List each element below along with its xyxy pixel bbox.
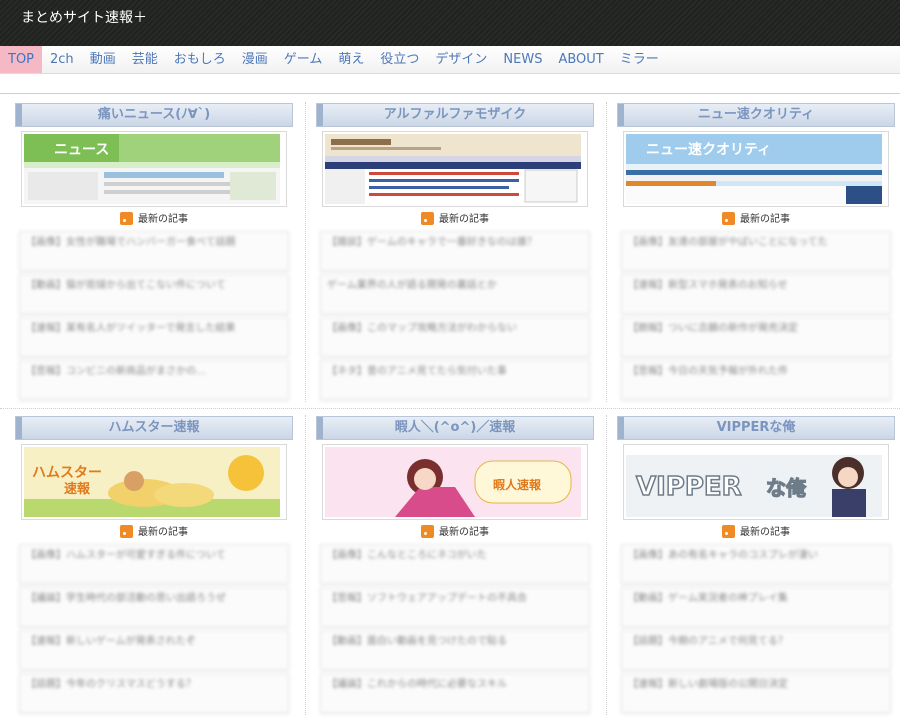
article-item[interactable]: 【ネタ】昔のアニメ見てたら気付いた事 (320, 360, 590, 400)
blog-title[interactable]: アルファルファモザイク (316, 103, 594, 127)
column-divider (305, 102, 306, 402)
article-item[interactable]: 【雑談】ゲームのキャラで一番好きなのは誰？ (320, 231, 590, 271)
article-item[interactable]: 【速報】新しい劇場版の公開日決定 (621, 673, 891, 713)
blog-card: アルファルファモザイク 最新の記事 【雑談】ゲームのキャラで一番好きなのは誰？ … (316, 96, 594, 400)
article-item[interactable]: 【動画】ゲーム実況者の神プレイ集 (621, 587, 891, 627)
blog-title[interactable]: 暇人＼(^o^)／速報 (316, 416, 594, 440)
nav-item-news[interactable]: NEWS (495, 46, 550, 73)
blog-row: ハムスター速報 ハムスター 速報 最新の記事 【画像】ハムスターが可愛すぎる件に… (0, 408, 900, 721)
rss-icon (421, 212, 434, 225)
article-item[interactable]: ゲーム業界の人が語る開発の裏話とか (320, 274, 590, 314)
blog-banner-image[interactable]: ニュー速クオリティ (623, 131, 889, 207)
blog-banner-image[interactable] (322, 131, 588, 207)
nav-item-funny[interactable]: おもしろ (166, 46, 234, 73)
column-divider (606, 102, 607, 402)
rss-icon (421, 525, 434, 538)
svg-text:暇人速報: 暇人速報 (493, 477, 542, 492)
blog-card: ニュー速クオリティ ニュー速クオリティ 最新の記事 【画像】友達の部屋がやばいこ… (617, 96, 895, 400)
blog-title[interactable]: ハムスター速報 (15, 416, 293, 440)
article-item[interactable]: 【悲報】ソフトウェアアップデートの不具合 (320, 587, 590, 627)
column-divider (305, 415, 306, 715)
article-item[interactable]: 【画像】友達の部屋がやばいことになってた (621, 231, 891, 271)
article-item[interactable]: 【悲報】今日の天気予報が外れた件 (621, 360, 891, 400)
nav-item-entertainment[interactable]: 芸能 (124, 46, 166, 73)
latest-articles-link[interactable]: 最新の記事 (15, 212, 293, 228)
article-item[interactable]: 【速報】某有名人がツイッターで発言した結果 (19, 317, 289, 357)
site-title[interactable]: まとめサイト速報＋ (21, 7, 147, 27)
blog-card: ハムスター速報 ハムスター 速報 最新の記事 【画像】ハムスターが可愛すぎる件に… (15, 409, 293, 713)
article-item[interactable]: 【朗報】ついに念願の新作が発売決定 (621, 317, 891, 357)
nav-item-about[interactable]: ABOUT (550, 46, 611, 73)
blog-card: VIPPERな俺 VIPPER な俺 最新の記事 【画像】あの有名キャラのコスプ… (617, 409, 895, 713)
blog-card: 痛いニュース(ﾉ∀`) ニュース 最新の記事 【画像】女性が職場でハンバーガー食… (15, 96, 293, 400)
svg-text:ニュー速クオリティ: ニュー速クオリティ (646, 141, 771, 158)
article-item[interactable]: 【動画】猫が炬燵から出てこない件について (19, 274, 289, 314)
article-item[interactable]: 【速報】新型スマホ発表のお知らせ (621, 274, 891, 314)
column-divider (606, 415, 607, 715)
blog-banner-image[interactable]: ハムスター 速報 (21, 444, 287, 520)
latest-label: 最新の記事 (138, 527, 188, 538)
latest-label: 最新の記事 (439, 527, 489, 538)
latest-articles-link[interactable]: 最新の記事 (316, 525, 594, 541)
article-item[interactable]: 【議論】これからの時代に必要なスキル (320, 673, 590, 713)
nav-item-video[interactable]: 動画 (82, 46, 124, 73)
rss-icon (120, 525, 133, 538)
svg-text:速報: 速報 (64, 481, 91, 497)
svg-text:ハムスター: ハムスター (32, 465, 102, 481)
rss-icon (120, 212, 133, 225)
blog-title[interactable]: ニュー速クオリティ (617, 103, 895, 127)
article-item[interactable]: 【話題】今年のクリスマスどうする？ (19, 673, 289, 713)
svg-text:ニュース: ニュース (54, 142, 109, 158)
nav-item-top[interactable]: TOP (0, 46, 43, 73)
article-item[interactable]: 【画像】あの有名キャラのコスプレが凄い (621, 544, 891, 584)
article-item[interactable]: 【議論】学生時代の部活動の思い出語ろうぜ (19, 587, 289, 627)
article-item[interactable]: 【画像】こんなところにネコがいた (320, 544, 590, 584)
latest-label: 最新の記事 (740, 527, 790, 538)
main-nav: TOP 2ch 動画 芸能 おもしろ 漫画 ゲーム 萌え 役立つ デザイン NE… (0, 46, 900, 74)
nav-item-moe[interactable]: 萌え (330, 46, 372, 73)
latest-articles-link[interactable]: 最新の記事 (316, 212, 594, 228)
rss-icon (722, 525, 735, 538)
nav-item-manga[interactable]: 漫画 (234, 46, 276, 73)
latest-label: 最新の記事 (740, 214, 790, 225)
svg-text:VIPPER: VIPPER (636, 472, 742, 502)
nav-item-game[interactable]: ゲーム (276, 46, 331, 73)
article-item[interactable]: 【悲報】コンビニの新商品がまさかの… (19, 360, 289, 400)
article-item[interactable]: 【画像】ハムスターが可愛すぎる件について (19, 544, 289, 584)
latest-articles-link[interactable]: 最新の記事 (617, 525, 895, 541)
article-item[interactable]: 【画像】女性が職場でハンバーガー食べて話題 (19, 231, 289, 271)
latest-articles-link[interactable]: 最新の記事 (617, 212, 895, 228)
article-item[interactable]: 【速報】新しいゲームが発表されたぞ (19, 630, 289, 670)
latest-label: 最新の記事 (439, 214, 489, 225)
blog-grid: 痛いニュース(ﾉ∀`) ニュース 最新の記事 【画像】女性が職場でハンバーガー食… (0, 96, 900, 721)
blog-title[interactable]: VIPPERな俺 (617, 416, 895, 440)
svg-text:な俺: な俺 (766, 476, 807, 500)
rss-icon (722, 212, 735, 225)
latest-articles-link[interactable]: 最新の記事 (15, 525, 293, 541)
nav-item-2ch[interactable]: 2ch (42, 46, 82, 73)
nav-item-design[interactable]: デザイン (427, 46, 495, 73)
nav-item-mirror[interactable]: ミラー (612, 46, 667, 73)
blog-banner-image[interactable]: 暇人速報 (322, 444, 588, 520)
article-item[interactable]: 【話題】今期のアニメで何見てる？ (621, 630, 891, 670)
blog-banner-image[interactable]: ニュース (21, 131, 287, 207)
article-item[interactable]: 【動画】面白い動画を見つけたので貼る (320, 630, 590, 670)
blog-title[interactable]: 痛いニュース(ﾉ∀`) (15, 103, 293, 127)
nav-item-useful[interactable]: 役立つ (372, 46, 427, 73)
blog-row: 痛いニュース(ﾉ∀`) ニュース 最新の記事 【画像】女性が職場でハンバーガー食… (0, 96, 900, 408)
blog-banner-image[interactable]: VIPPER な俺 (623, 444, 889, 520)
blog-card: 暇人＼(^o^)／速報 暇人速報 最新の記事 【画像】こんなところにネコがいた … (316, 409, 594, 713)
site-header: まとめサイト速報＋ (0, 0, 900, 46)
latest-label: 最新の記事 (138, 214, 188, 225)
article-item[interactable]: 【画像】このマップ攻略方法がわからない (320, 317, 590, 357)
header-divider (0, 93, 900, 94)
